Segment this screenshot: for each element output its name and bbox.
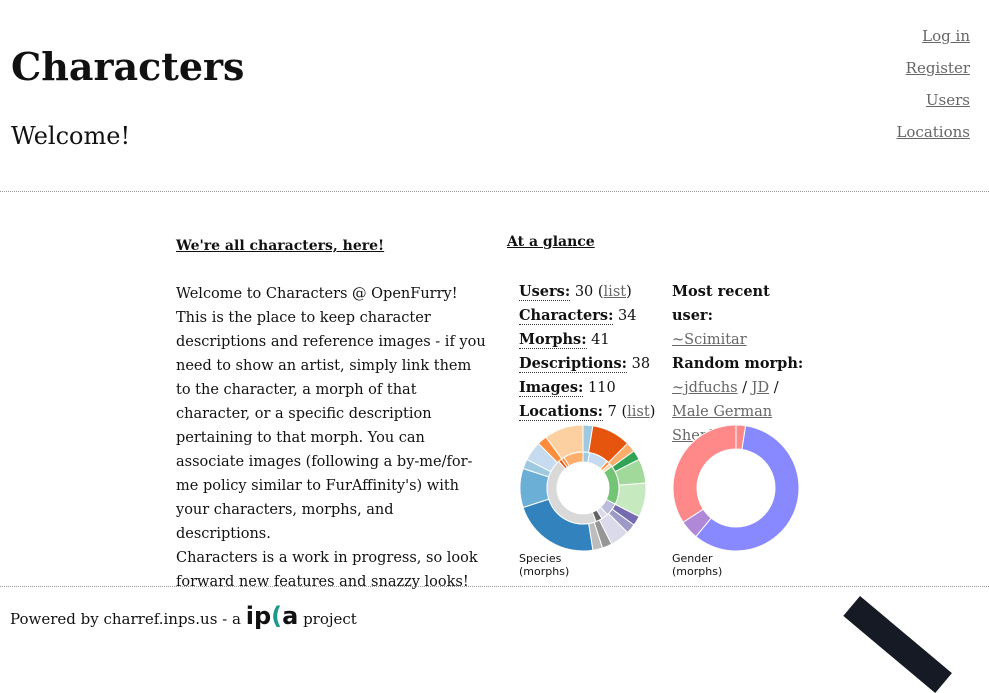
footer: Powered by charref.inps.us - a ip(a proj…	[10, 602, 357, 630]
species-chart-title: Species (morphs)	[519, 552, 570, 578]
fork-ribbon[interactable]	[843, 596, 952, 693]
stat-label: Morphs:	[519, 331, 587, 349]
stat-value: 38	[631, 356, 651, 372]
register-link[interactable]: Register	[896, 52, 970, 84]
users-link[interactable]: Users	[896, 84, 970, 116]
stat-value: 7	[607, 404, 617, 420]
locations-link[interactable]: Locations	[896, 116, 970, 148]
users-list-link[interactable]: list	[604, 284, 627, 300]
gender-chart	[672, 424, 800, 552]
divider	[0, 191, 989, 192]
footer-divider	[0, 586, 989, 587]
top-nav: Log in Register Users Locations	[896, 20, 970, 148]
login-link[interactable]: Log in	[896, 20, 970, 52]
gender-slice	[672, 424, 737, 523]
intro-heading: We're all characters, here!	[176, 238, 385, 254]
page-title: Characters	[11, 44, 245, 89]
intro-section: We're all characters, here! Welcome to C…	[176, 234, 486, 594]
intro-text: Welcome to Characters @ OpenFurry! This …	[176, 286, 486, 542]
random-morph-label: Random morph:	[672, 355, 804, 372]
species-chart	[519, 424, 647, 552]
random-character-link[interactable]: JD	[752, 380, 769, 396]
stat-label: Images:	[519, 379, 584, 397]
gender-chart-title: Gender (morphs)	[672, 552, 723, 578]
stat-label: Descriptions:	[519, 355, 628, 373]
stat-value: 34	[618, 308, 637, 324]
stat-value: 30	[574, 284, 594, 300]
footer-text: Powered by charref.inps.us - a	[10, 610, 241, 628]
footer-suffix: project	[303, 610, 357, 628]
stat-label: Users:	[519, 283, 571, 301]
locations-list-link[interactable]: list	[627, 404, 650, 420]
welcome-text: Welcome!	[11, 122, 131, 150]
inps-logo: ip(a	[245, 602, 299, 630]
stats-list: Users: 30 (list) Characters: 34 Morphs: …	[519, 283, 656, 421]
glance-heading: At a glance	[507, 234, 595, 250]
recent-user-link[interactable]: ~Scimitar	[672, 332, 747, 348]
random-user-link[interactable]: ~jdfuchs	[672, 380, 738, 396]
stat-value: 41	[591, 332, 610, 348]
stat-label: Characters:	[519, 307, 614, 325]
stat-value: 110	[588, 380, 616, 396]
stat-label: Locations:	[519, 403, 604, 421]
glance-section: At a glance Users: 30 (list) Characters:…	[507, 234, 803, 578]
recent-user-label: Most recent user:	[672, 283, 770, 324]
recent-info: Most recent user: ~Scimitar Random morph…	[672, 280, 812, 448]
